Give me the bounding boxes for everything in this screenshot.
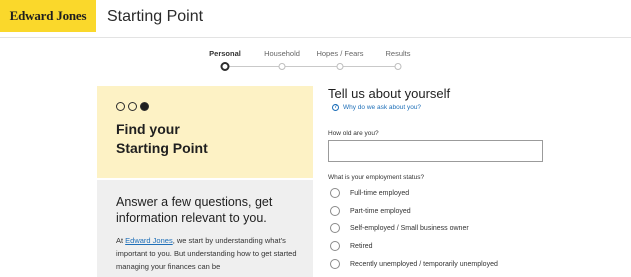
employment-option-unemployed[interactable]: Recently unemployed / temporarily unempl… [330,259,498,269]
intro-title-line-2: Starting Point [116,140,208,156]
edward-jones-logo[interactable]: Edward Jones [0,0,96,32]
form-title: Tell us about yourself [328,86,451,101]
progress-stepper: Personal Household Hopes / Fears Results [0,38,631,78]
stepper-line [225,66,398,67]
progress-circle-3 [140,102,149,111]
logo-text: Edward Jones [9,8,87,23]
intro-title-line-1: Find your [116,121,180,137]
radio-button[interactable] [330,259,340,269]
employment-option-self-employed[interactable]: Self-employed / Small business owner [330,223,469,233]
info-body: At Edward Jones, we start by understandi… [116,234,306,273]
info-card: Answer a few questions, get information … [97,180,313,277]
step-label-household[interactable]: Household [264,49,300,58]
intro-card: Find your Starting Point [97,86,313,178]
step-dot-hopes-fears[interactable] [336,63,344,70]
radio-button[interactable] [330,223,340,233]
radio-label: Self-employed / Small business owner [350,224,469,232]
radio-label: Recently unemployed / temporarily unempl… [350,260,498,268]
age-input[interactable] [328,140,543,162]
employment-label: What is your employment status? [328,174,425,181]
section-progress-indicator [116,102,149,111]
step-dot-household[interactable] [278,63,286,70]
step-label-hopes-fears[interactable]: Hopes / Fears [316,49,363,58]
employment-option-full-time[interactable]: Full-time employed [330,188,409,198]
info-body-prefix: At [116,236,126,245]
app-header: Edward Jones Starting Point [0,0,631,38]
radio-label: Full-time employed [350,189,410,197]
edward-jones-link[interactable]: Edward Jones [125,236,173,245]
radio-button[interactable] [330,188,340,198]
step-label-results[interactable]: Results [385,49,410,58]
employment-option-retired[interactable]: Retired [330,241,373,251]
progress-circle-1 [116,102,125,111]
progress-circle-2 [128,102,137,111]
question-icon: ? [332,104,339,111]
radio-label: Retired [350,242,373,250]
age-label: How old are you? [328,130,379,137]
step-label-personal[interactable]: Personal [209,49,241,58]
radio-button[interactable] [330,206,340,216]
step-dot-personal[interactable] [220,62,230,71]
employment-option-part-time[interactable]: Part-time employed [330,206,411,216]
intro-title: Find your Starting Point [116,120,296,158]
radio-label: Part-time employed [350,207,411,215]
step-dot-results[interactable] [394,63,402,70]
why-ask-link-text[interactable]: Why do we ask about you? [343,104,421,111]
radio-button[interactable] [330,241,340,251]
why-ask-link[interactable]: ? Why do we ask about you? [332,104,421,111]
info-heading: Answer a few questions, get information … [116,195,273,225]
page-title: Starting Point [107,8,204,25]
